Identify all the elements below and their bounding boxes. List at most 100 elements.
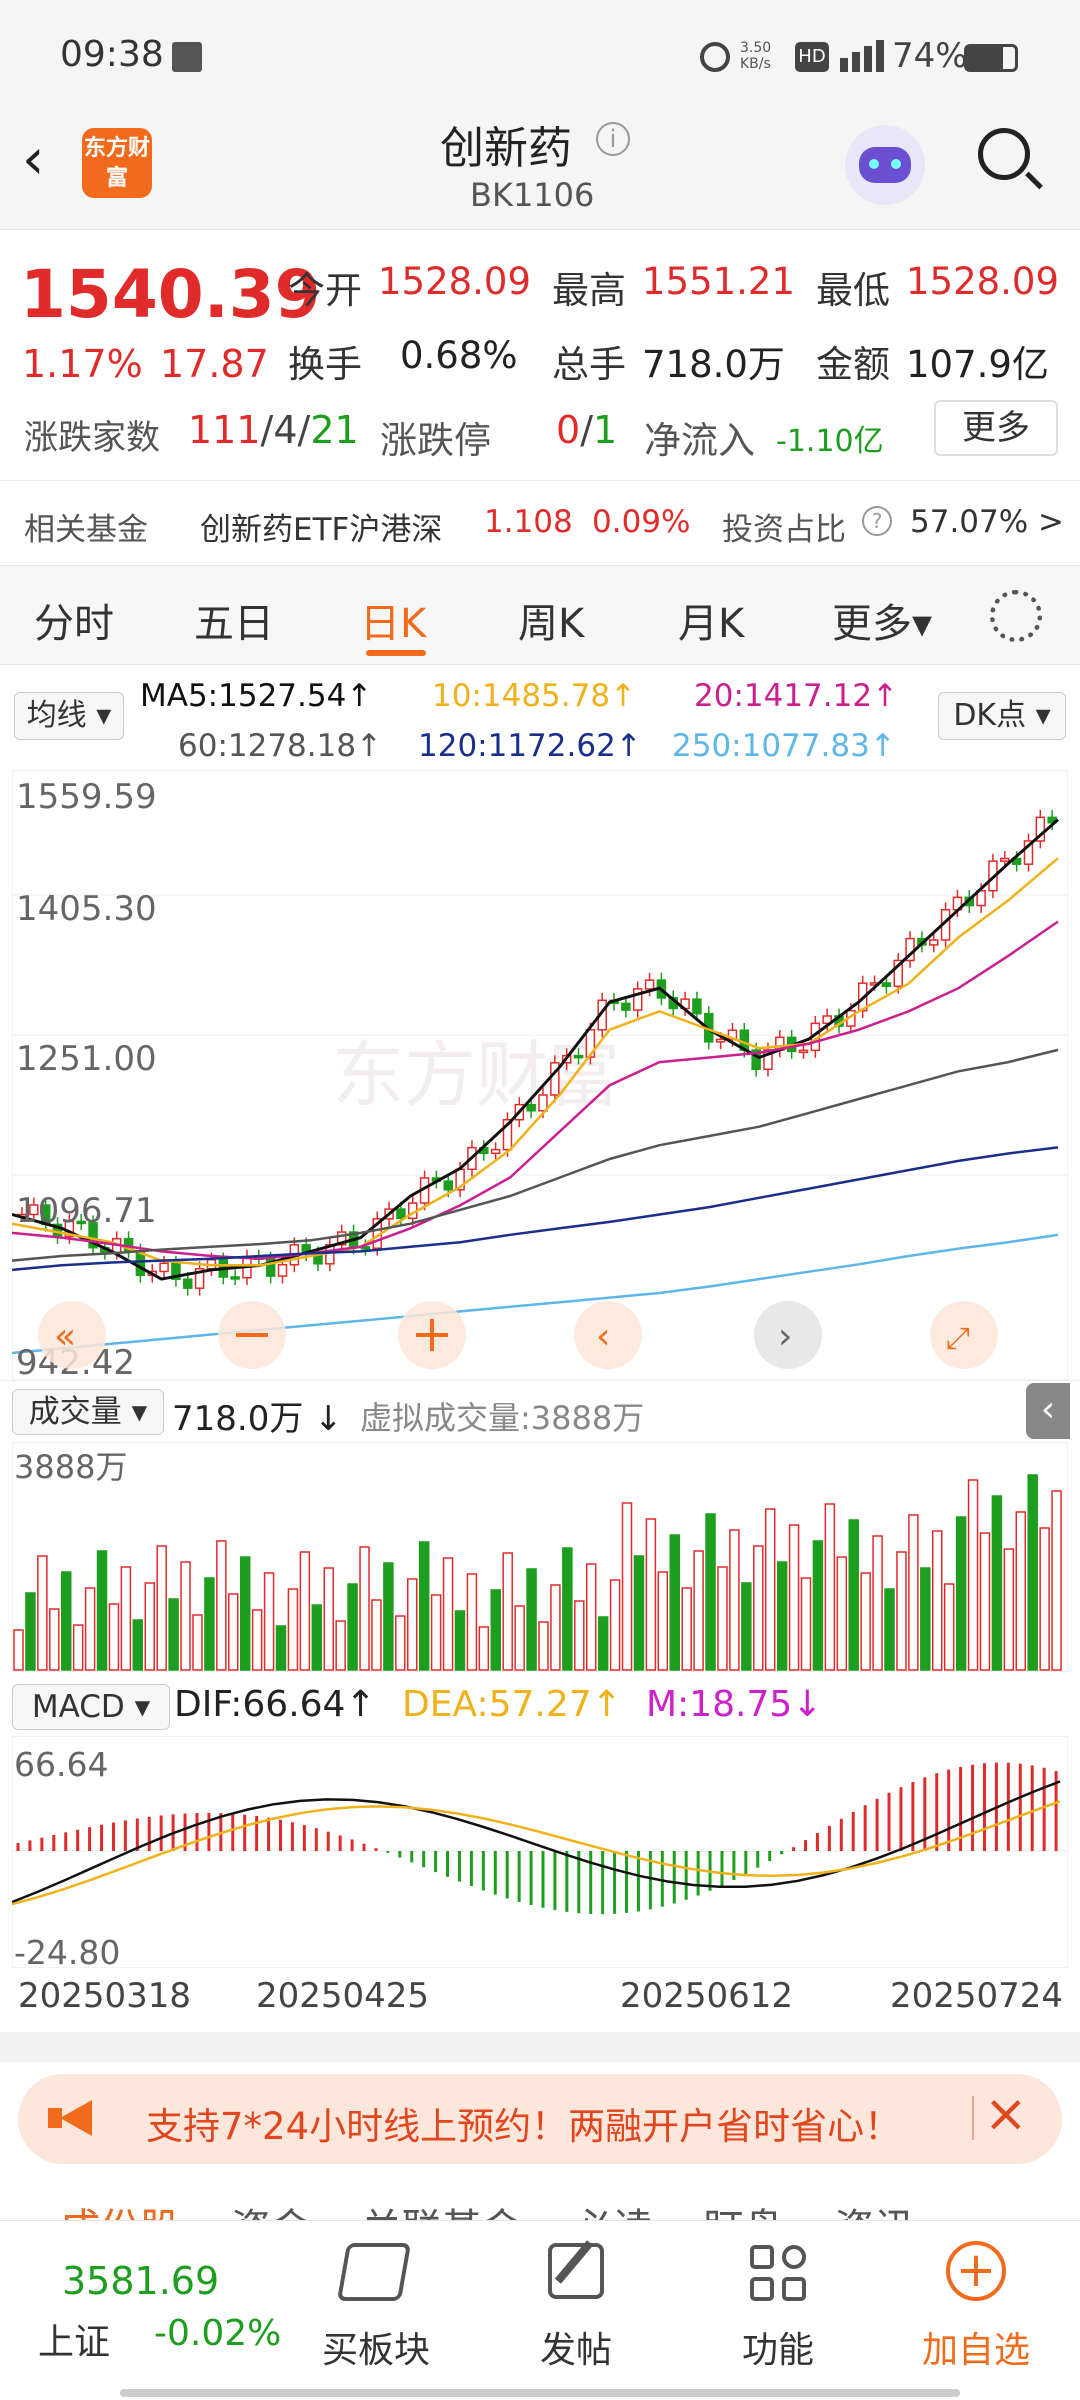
info-icon[interactable]: i	[596, 122, 630, 156]
candle	[526, 1103, 536, 1112]
tab-more[interactable]: 更多▾	[832, 591, 932, 649]
fund-name[interactable]: 创新药ETF沪港深	[200, 504, 442, 549]
low-value: 1528.09	[906, 260, 1060, 303]
volume-bar	[144, 1582, 155, 1671]
volume-bar	[84, 1587, 96, 1671]
volume-bar	[72, 1624, 84, 1671]
volume-bar	[609, 1579, 621, 1671]
notification-icon	[172, 42, 202, 72]
function-button[interactable]: 功能	[708, 2321, 848, 2373]
volume-value: 718.0万	[642, 343, 785, 386]
y-tick-label: 1251.00	[16, 1039, 157, 1079]
y-tick-label: 1559.59	[16, 777, 157, 817]
volume-bar	[729, 1529, 740, 1671]
search-icon[interactable]	[978, 128, 1043, 190]
macd-chart[interactable]: 66.64 -24.80	[12, 1736, 1068, 1968]
tab-five-day[interactable]: 五日	[194, 591, 274, 649]
current-price: 1540.39	[20, 256, 321, 333]
dk-selector[interactable]: DK点 ▾	[938, 692, 1066, 740]
double-left-icon: «	[54, 1316, 76, 1357]
back-icon[interactable]: ‹	[22, 130, 72, 190]
kline-chart[interactable]: 东方财富 1559.59 1405.30 1251.00 1096.71 942…	[12, 770, 1068, 1380]
more-button[interactable]: 更多	[934, 400, 1058, 456]
volume-bar	[991, 1495, 1003, 1671]
volume-bar	[371, 1599, 382, 1671]
candle	[1000, 857, 1010, 862]
candle	[277, 1264, 288, 1277]
close-icon[interactable]: ×	[984, 2084, 1028, 2144]
macd-m-value: M:18.75↓	[646, 1684, 823, 1725]
volume-bar	[263, 1572, 275, 1671]
macd-selector[interactable]: MACD ▾	[12, 1684, 170, 1730]
add-watchlist-button[interactable]: 加自选	[906, 2321, 1046, 2373]
volume-bar	[287, 1588, 299, 1671]
add-watchlist-icon: +	[946, 2241, 1006, 2301]
change-percent: 1.17%	[22, 342, 143, 386]
amount-label: 金额	[816, 343, 890, 386]
updown-counts: 111/4/21	[188, 408, 359, 452]
settings-gear-icon[interactable]	[990, 590, 1042, 642]
volume-bar	[311, 1604, 323, 1671]
promo-banner[interactable]: 支持7*24小时线上预约！两融开户省时省心！ ×	[18, 2074, 1062, 2164]
buy-sector-button[interactable]: 买板块	[306, 2321, 446, 2373]
updown-label: 涨跌家数	[24, 418, 160, 458]
volume-selector[interactable]: 成交量 ▾	[12, 1389, 164, 1435]
volume-bar	[168, 1598, 179, 1671]
tab-weekly-k[interactable]: 周K	[518, 591, 584, 649]
index-name: 上证	[38, 2322, 111, 2363]
macd-top-label: 66.64	[14, 1745, 108, 1784]
ma10-label: 10:1485.78↑	[432, 678, 637, 714]
volume-bar	[824, 1503, 836, 1671]
candle	[692, 998, 702, 1015]
invest-ratio-value[interactable]: 57.07% >	[910, 504, 1064, 540]
y-tick-label: 1405.30	[16, 889, 157, 929]
volume-bar	[108, 1603, 120, 1671]
volume-bar	[60, 1571, 72, 1671]
volume-bar	[275, 1625, 287, 1671]
limit-label: 涨跌停	[380, 419, 491, 462]
app-logo[interactable]: 东方财富	[82, 128, 152, 198]
candle	[644, 979, 655, 990]
candle	[183, 1278, 193, 1289]
date-label: 20250724	[890, 1976, 1064, 2016]
candle	[573, 1054, 584, 1059]
tab-monthly-k[interactable]: 月K	[678, 591, 744, 649]
amount-value: 107.9亿	[906, 343, 1049, 386]
volume-bar	[359, 1546, 370, 1671]
volume-bar	[932, 1530, 943, 1671]
ma-selector[interactable]: 均线 ▾	[14, 692, 124, 740]
volume-bar	[621, 1502, 633, 1671]
candle	[881, 982, 892, 988]
tab-daily-k[interactable]: 日K	[360, 591, 426, 649]
virtual-volume: 虚拟成交量:3888万	[360, 1399, 645, 1437]
open-value: 1528.09	[378, 260, 532, 303]
buy-sector-icon	[336, 2243, 412, 2301]
volume-bar	[538, 1621, 549, 1671]
volume-bar	[1015, 1511, 1027, 1671]
date-label: 20250425	[256, 1976, 430, 2016]
collapse-panel-icon[interactable]: ‹	[1026, 1383, 1070, 1439]
volume-bar	[967, 1479, 979, 1671]
post-button[interactable]: 发帖	[506, 2321, 646, 2373]
volume-bar	[442, 1557, 454, 1671]
index-value[interactable]: 3581.69	[62, 2259, 219, 2303]
date-axis: 20250318 20250425 20250612 20250724	[0, 1968, 1080, 2032]
detail-subtabs[interactable]: 成份股 资金 关联基金 必读 盯盘 资讯 成份股	[0, 2180, 1080, 2220]
volume-bar	[1027, 1474, 1038, 1671]
date-label: 20250612	[620, 1976, 794, 2016]
robot-assistant-icon[interactable]	[845, 125, 925, 205]
volume-bar	[490, 1589, 502, 1671]
date-label: 20250318	[18, 1976, 192, 2016]
volume-bar	[299, 1551, 311, 1671]
volume-bar	[645, 1518, 657, 1671]
volume-bar	[49, 1608, 60, 1671]
volume-bar	[478, 1626, 490, 1671]
battery-icon	[964, 44, 1018, 72]
help-icon[interactable]: ?	[862, 506, 892, 536]
high-value: 1551.21	[642, 260, 796, 303]
tab-intraday[interactable]: 分时	[34, 591, 114, 649]
netflow-label: 净流入	[644, 419, 755, 462]
volume-bar	[323, 1567, 334, 1671]
minus-icon	[236, 1333, 268, 1337]
volume-chart[interactable]: 3888万	[12, 1442, 1068, 1672]
